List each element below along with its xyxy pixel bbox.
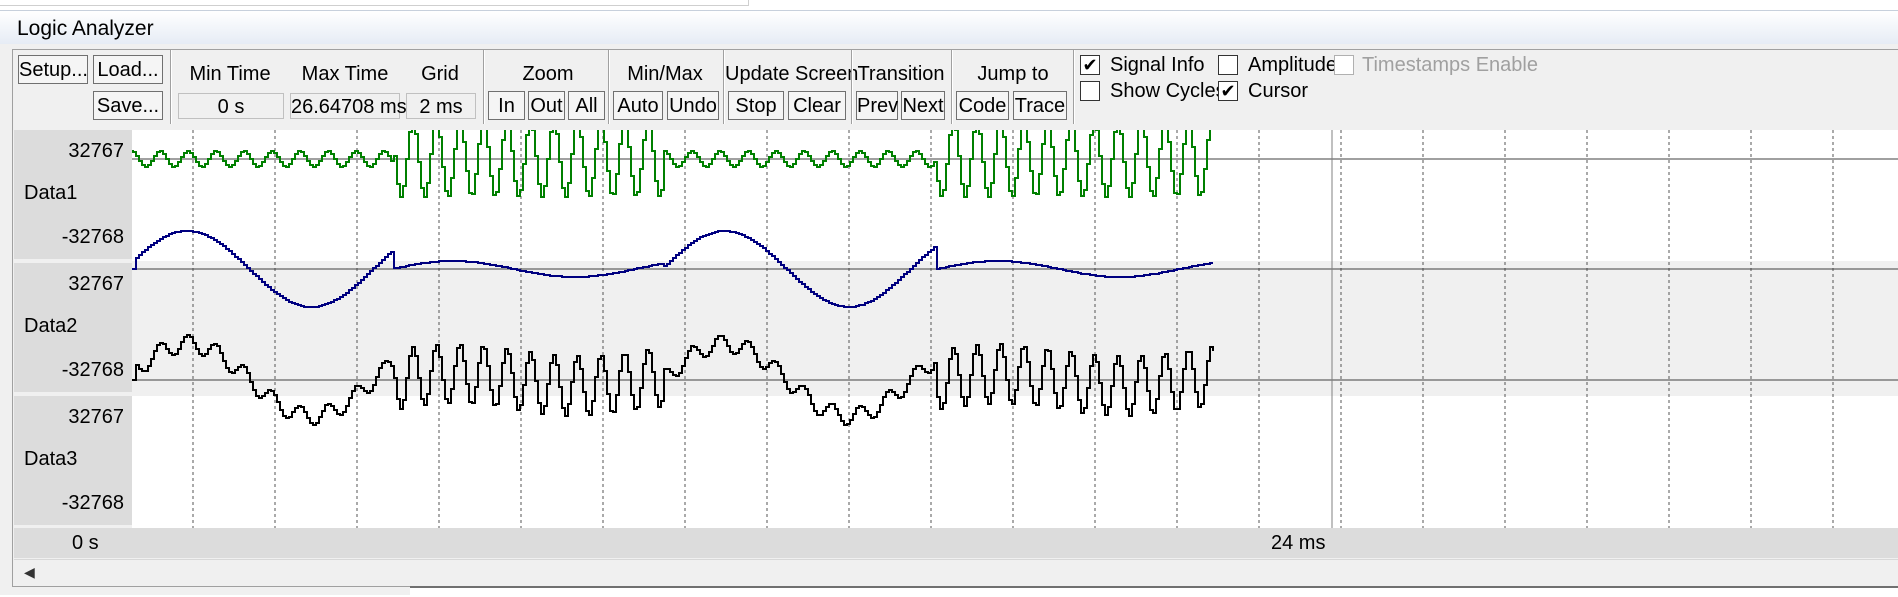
- transition-prev-button[interactable]: Prev: [856, 91, 898, 120]
- jump-to-label: Jump to: [977, 63, 1049, 85]
- grid-value: 2 ms: [406, 93, 476, 119]
- minmax-auto-button[interactable]: Auto: [613, 91, 663, 120]
- lane-background: [132, 396, 1898, 528]
- toolbar-separator: [851, 50, 853, 124]
- cursor-checkbox[interactable]: ✔: [1218, 81, 1238, 101]
- amplitude-checkbox[interactable]: [1218, 55, 1238, 75]
- zoom-in-button[interactable]: In: [488, 91, 525, 120]
- transition-label: Transition: [857, 63, 945, 85]
- signal-name: Data2: [24, 315, 78, 337]
- window-title: Logic Analyzer: [17, 17, 154, 40]
- signal-max: 32767: [68, 273, 124, 295]
- min-time-value: 0 s: [178, 93, 284, 119]
- output-pane-edge: [410, 586, 1898, 597]
- minmax-undo-button[interactable]: Undo: [667, 91, 719, 120]
- signal-label-data2[interactable]: 32767 Data2 -32768: [14, 263, 132, 394]
- horizontal-scrollbar[interactable]: ◀: [14, 559, 1898, 584]
- signal-min: -32768: [61, 492, 124, 514]
- toolbar-separator: [723, 50, 725, 124]
- waveform-plot[interactable]: [132, 130, 1898, 528]
- toolbar-separator: [170, 50, 172, 124]
- lane-background: [132, 263, 1898, 394]
- load-button[interactable]: Load...: [93, 55, 163, 84]
- time-axis-start: 0 s: [72, 532, 99, 554]
- cursor-time-label: 24 ms: [1271, 532, 1326, 554]
- cursor-label: Cursor: [1248, 80, 1309, 102]
- toolbar-separator: [608, 50, 610, 124]
- signal-labels: 32767 Data1 -32768 32767 Data2 -32768 32…: [14, 130, 132, 528]
- minmax-label: Min/Max: [627, 63, 703, 85]
- toolbar-separator: [483, 50, 485, 124]
- previous-pane-edge: [0, 0, 749, 6]
- save-button[interactable]: Save...: [93, 91, 163, 120]
- signal-name: Data3: [24, 448, 78, 470]
- setup-button[interactable]: Setup...: [18, 55, 88, 84]
- zoom-label: Zoom: [522, 63, 574, 85]
- transition-next-button[interactable]: Next: [901, 91, 945, 120]
- scroll-left-icon[interactable]: ◀: [24, 564, 35, 581]
- timestamps-enable-label: Timestamps Enable: [1362, 54, 1538, 76]
- timestamps-enable-checkbox[interactable]: [1334, 55, 1354, 75]
- signal-info-checkbox[interactable]: ✔: [1080, 55, 1100, 75]
- signal-min: -32768: [61, 226, 124, 248]
- toolbar-separator: [1073, 50, 1075, 124]
- time-axis: 0 s 24 ms: [14, 528, 1898, 558]
- jump-code-button[interactable]: Code: [956, 91, 1009, 120]
- min-time-label: Min Time: [189, 63, 271, 85]
- show-cycles-label: Show Cycles: [1110, 80, 1226, 102]
- toolbar-separator: [951, 50, 953, 124]
- show-cycles-checkbox[interactable]: [1080, 81, 1100, 101]
- window-titlebar: Logic Analyzer: [0, 10, 1898, 45]
- zoom-all-button[interactable]: All: [568, 91, 605, 120]
- signal-max: 32767: [68, 140, 124, 162]
- signal-min: -32768: [61, 359, 124, 381]
- jump-trace-button[interactable]: Trace: [1013, 91, 1067, 120]
- max-time-label: Max Time: [301, 63, 389, 85]
- signal-label-data1[interactable]: 32767 Data1 -32768: [14, 130, 132, 261]
- signal-info-label: Signal Info: [1110, 54, 1205, 76]
- signal-name: Data1: [24, 182, 78, 204]
- update-screen-label: Update Screen: [725, 63, 859, 85]
- max-time-value: 26.64708 ms: [290, 93, 407, 119]
- zoom-out-button[interactable]: Out: [528, 91, 565, 120]
- amplitude-label: Amplitude: [1248, 54, 1337, 76]
- top-strip: [0, 0, 1898, 8]
- signal-label-data3[interactable]: 32767 Data3 -32768: [14, 396, 132, 527]
- signal-max: 32767: [68, 406, 124, 428]
- grid-label: Grid: [421, 63, 459, 85]
- stop-button[interactable]: Stop: [728, 91, 784, 120]
- clear-button[interactable]: Clear: [788, 91, 846, 120]
